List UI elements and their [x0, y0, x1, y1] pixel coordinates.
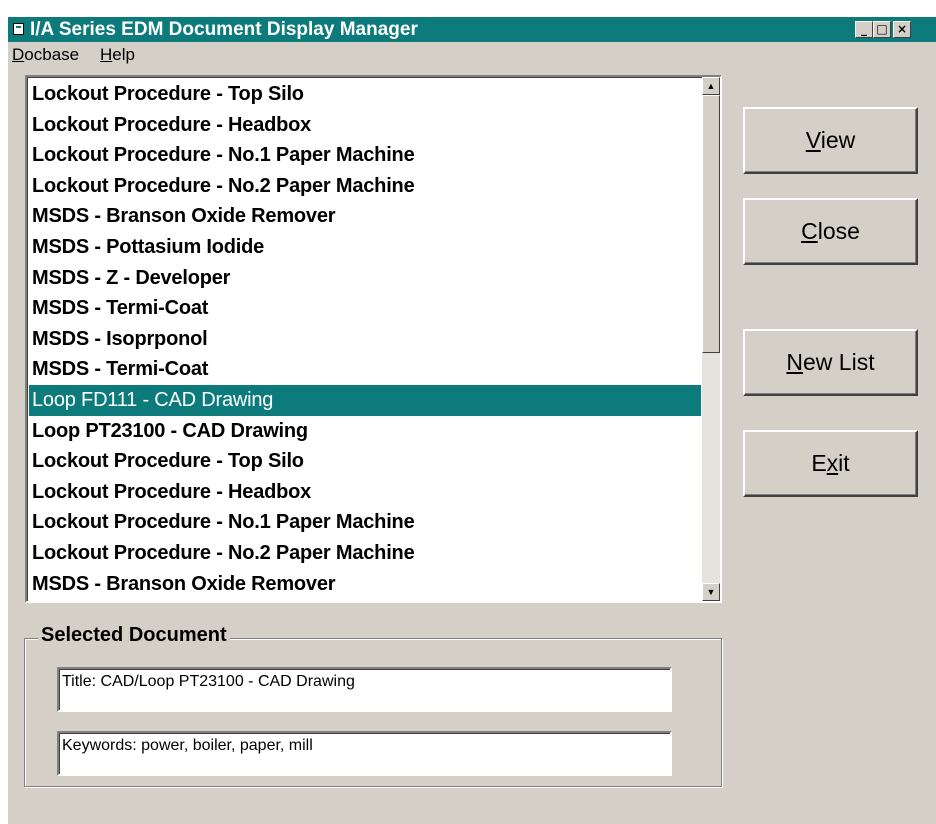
- minimize-button[interactable]: _: [855, 21, 873, 38]
- app-icon[interactable]: [13, 23, 24, 35]
- menu-help-accel: H: [100, 45, 113, 64]
- list-item[interactable]: MSDS - Branson Oxide Remover: [29, 569, 701, 600]
- list-item[interactable]: Lockout Procedure - Top Silo: [29, 446, 701, 477]
- menu-bar: Docbase Help: [8, 42, 936, 67]
- close-button-label: lose: [817, 218, 860, 244]
- document-listbox[interactable]: Lockout Procedure - Top Silo Lockout Proc…: [25, 75, 722, 603]
- list-item[interactable]: Lockout Procedure - No.2 Paper Machine: [29, 538, 701, 569]
- list-item[interactable]: Lockout Procedure - No.1 Paper Machine: [29, 140, 701, 171]
- list-item[interactable]: MSDS - Pottasium Iodide: [29, 232, 701, 263]
- new-list-button[interactable]: New List: [743, 329, 918, 396]
- menu-help[interactable]: Help: [100, 45, 135, 65]
- new-list-button-label: ew List: [803, 349, 875, 375]
- app-window: I/A Series EDM Document Display Manager …: [8, 17, 936, 824]
- keywords-field[interactable]: Keywords: power, boiler, paper, mill: [57, 731, 672, 776]
- scroll-thumb[interactable]: [702, 95, 720, 353]
- scroll-up-button[interactable]: ▲: [702, 77, 720, 95]
- title-field[interactable]: Title: CAD/Loop PT23100 - CAD Drawing: [57, 667, 672, 712]
- selected-document-group: Selected Document Title: CAD/Loop PT2310…: [24, 624, 722, 787]
- list-item[interactable]: Lockout Procedure - No.2 Paper Machine: [29, 171, 701, 202]
- view-button-label: iew: [820, 127, 856, 153]
- menu-docbase-accel: D: [12, 45, 25, 64]
- view-button[interactable]: View: [743, 107, 918, 174]
- view-button-accel: V: [805, 127, 821, 153]
- exit-button[interactable]: Exit: [743, 430, 918, 497]
- exit-button-prefix: E: [811, 450, 827, 476]
- list-item[interactable]: Lockout Procedure - Top Silo: [29, 79, 701, 110]
- list-item[interactable]: Lockout Procedure - Headbox: [29, 110, 701, 141]
- title-bar[interactable]: I/A Series EDM Document Display Manager …: [8, 17, 936, 42]
- document-list[interactable]: Lockout Procedure - Top Silo Lockout Proc…: [29, 79, 701, 599]
- menu-docbase[interactable]: Docbase: [12, 45, 79, 65]
- list-item[interactable]: MSDS - Z - Developer: [29, 263, 701, 294]
- maximize-button[interactable]: □: [873, 21, 891, 38]
- exit-button-accel: x: [826, 450, 839, 476]
- list-item[interactable]: MSDS - Isoprponol: [29, 324, 701, 355]
- close-button[interactable]: Close: [743, 198, 918, 265]
- new-list-button-accel: N: [786, 349, 804, 375]
- close-button-accel: C: [801, 218, 818, 244]
- list-scrollbar[interactable]: ▲ ▼: [702, 77, 720, 601]
- list-item[interactable]: Lockout Procedure - No.1 Paper Machine: [29, 507, 701, 538]
- list-item[interactable]: MSDS - Branson Oxide Remover: [29, 201, 701, 232]
- list-item[interactable]: Lockout Procedure - Headbox: [29, 477, 701, 508]
- list-item-selected[interactable]: Loop FD111 - CAD Drawing: [29, 384, 701, 416]
- selected-document-legend: Selected Document: [38, 624, 230, 647]
- close-window-button[interactable]: ×: [893, 21, 911, 38]
- list-item[interactable]: Loop PT23100 - CAD Drawing: [29, 416, 701, 447]
- scroll-down-button[interactable]: ▼: [702, 583, 720, 601]
- list-item[interactable]: MSDS - Termi-Coat: [29, 293, 701, 324]
- menu-help-label: elp: [112, 45, 135, 64]
- list-item[interactable]: MSDS - Termi-Coat: [29, 354, 701, 385]
- window-title: I/A Series EDM Document Display Manager: [30, 19, 418, 40]
- menu-docbase-label: ocbase: [24, 45, 80, 64]
- exit-button-label: it: [838, 450, 850, 476]
